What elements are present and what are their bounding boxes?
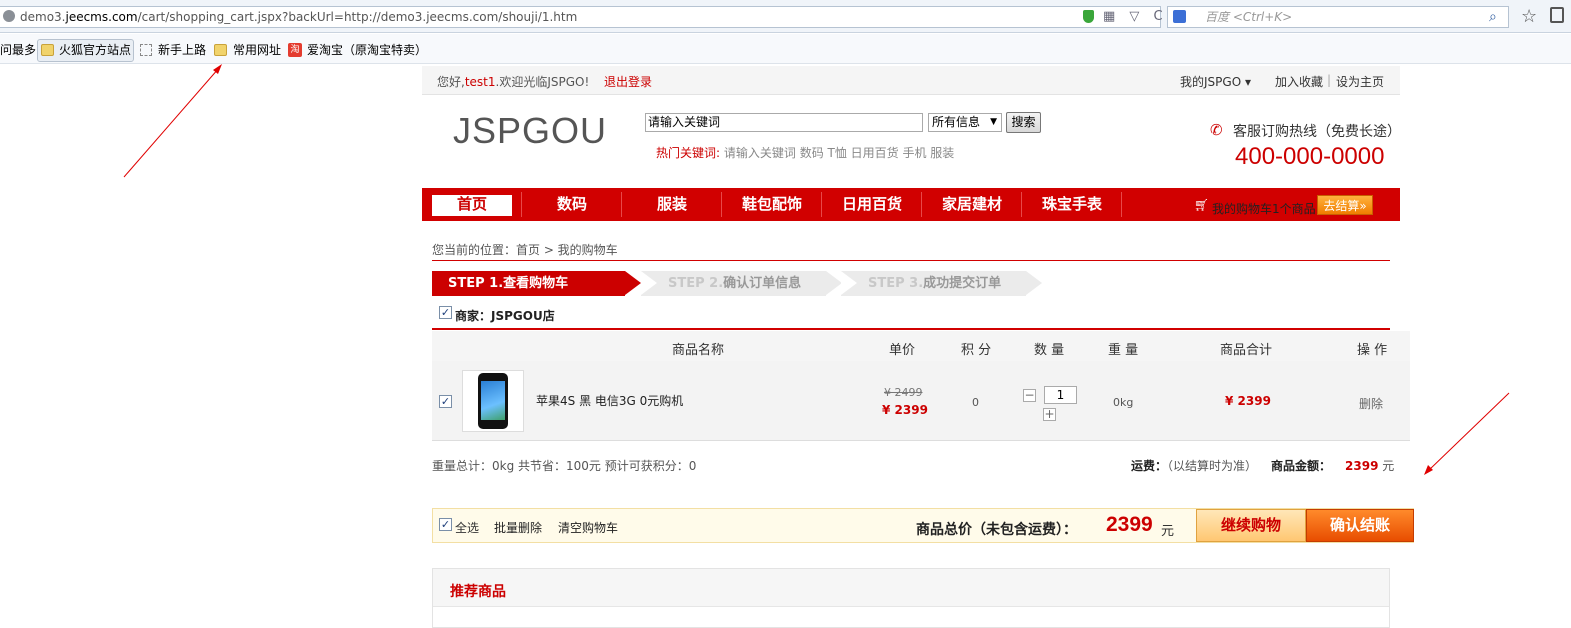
arrow-to-bookmarks xyxy=(123,64,222,178)
annotation-arrows xyxy=(123,64,1510,475)
arrow-to-amount xyxy=(1424,392,1510,475)
